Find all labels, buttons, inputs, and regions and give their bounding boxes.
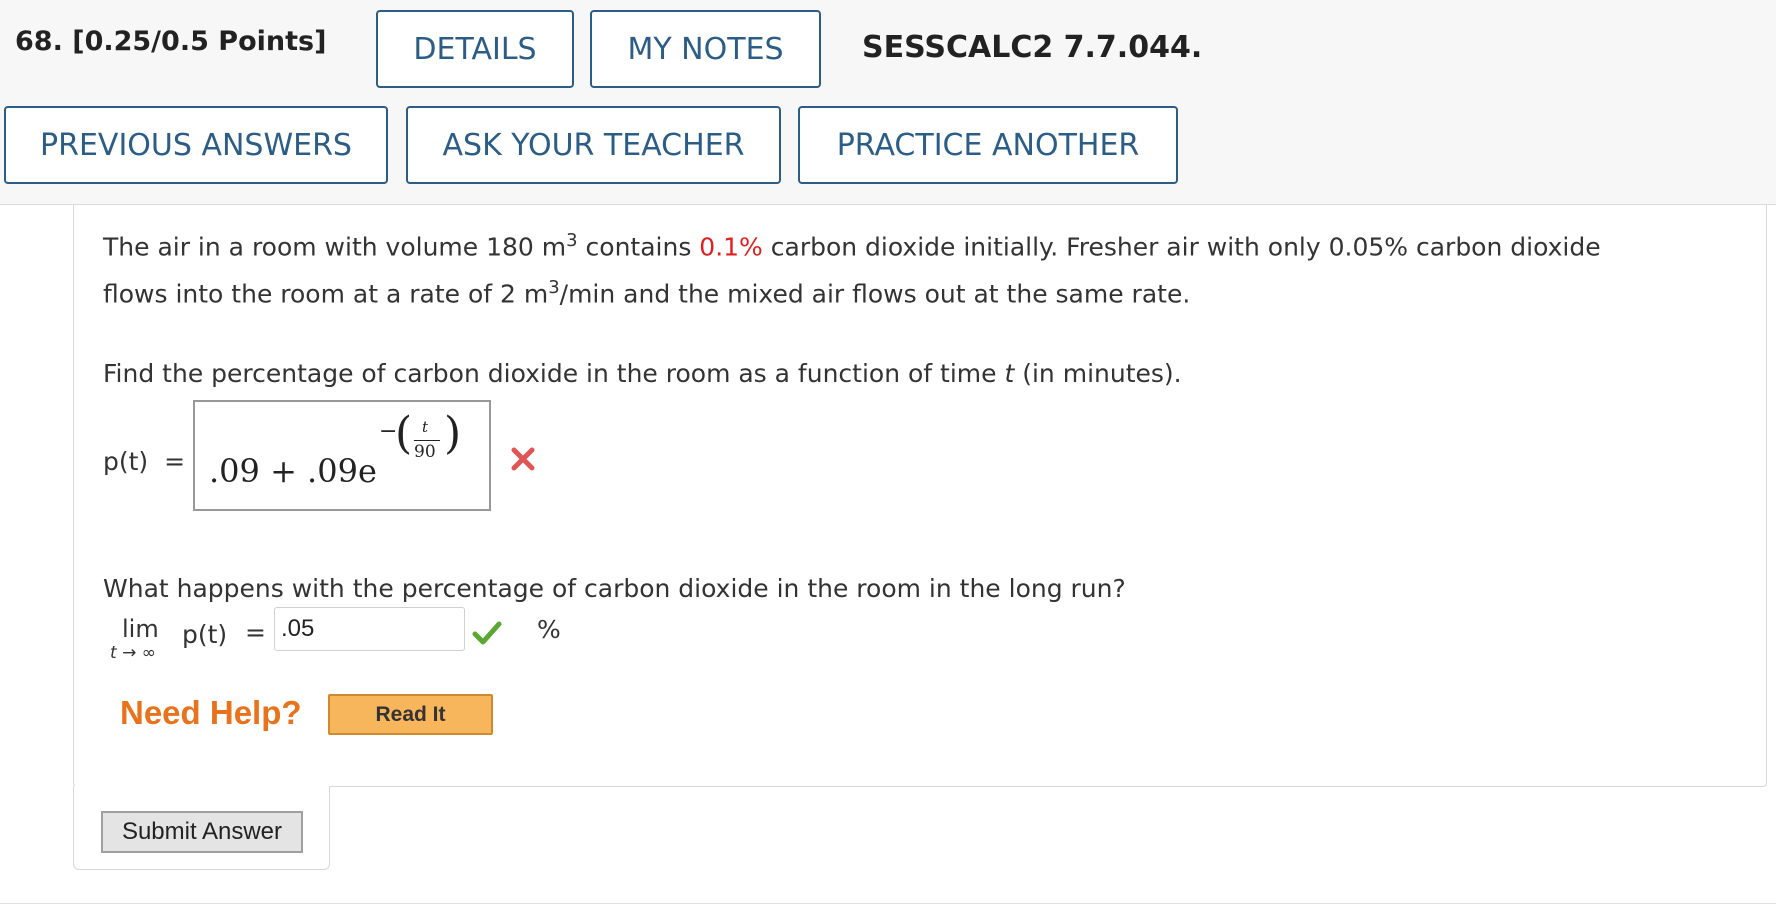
exponent-numerator: t <box>422 418 429 436</box>
problem-line-1: The air in a room with volume 180 m3 con… <box>103 230 1601 261</box>
lim-function: p(t) <box>182 620 228 649</box>
prompt-text: (in minutes). <box>1014 359 1182 388</box>
exponent-paren-right: ) <box>444 408 462 459</box>
previous-answers-button[interactable]: PREVIOUS ANSWERS <box>4 106 388 184</box>
details-button[interactable]: DETAILS <box>376 10 574 88</box>
initial-percentage: 0.1% <box>699 232 763 262</box>
prompt-text: Find the percentage of carbon dioxide in… <box>103 359 1005 388</box>
problem-line-2: flows into the room at a rate of 2 m3/mi… <box>103 277 1190 308</box>
percent-unit: % <box>537 615 561 644</box>
p-of-t-label: p(t) = <box>103 447 185 476</box>
part2-prompt: What happens with the percentage of carb… <box>103 574 1126 603</box>
ask-your-teacher-button[interactable]: ASK YOUR TEACHER <box>406 106 781 184</box>
problem-text: carbon dioxide initially. Fresher air wi… <box>762 232 1601 262</box>
superscript: 3 <box>566 230 578 251</box>
read-it-button[interactable]: Read It <box>328 694 493 735</box>
question-reference: SESSCALC2 7.7.044. <box>862 30 1203 65</box>
answer-expression: .09 + .09e <box>209 452 377 490</box>
my-notes-button[interactable]: MY NOTES <box>590 10 821 88</box>
lim-equals: = <box>245 618 266 647</box>
exponent-denominator: 90 <box>414 442 436 462</box>
incorrect-x-icon <box>510 446 536 472</box>
lim-operator: lim <box>122 615 159 643</box>
lim-subscript: t → ∞ <box>110 643 156 663</box>
p-of-t-answer-box[interactable]: .09 + .09e − ( t 90 ) <box>193 400 491 511</box>
problem-text: /min and the mixed air flows out at the … <box>559 279 1191 309</box>
part1-prompt: Find the percentage of carbon dioxide in… <box>103 359 1182 388</box>
function-label: p(t) <box>103 447 149 476</box>
equals-sign: = <box>164 447 186 476</box>
correct-check-icon <box>472 620 502 646</box>
need-help-label: Need Help? <box>120 694 302 731</box>
superscript: 3 <box>548 277 560 298</box>
limit-answer-input[interactable] <box>274 607 465 651</box>
variable-t: t <box>1004 359 1015 388</box>
question-title: 68. [0.25/0.5 Points] <box>15 26 327 57</box>
question-header: 68. [0.25/0.5 Points] DETAILS MY NOTES S… <box>0 0 1776 205</box>
exponent-paren-left: ( <box>395 408 413 459</box>
submit-answer-button[interactable]: Submit Answer <box>101 811 303 853</box>
problem-text: contains <box>577 232 700 262</box>
practice-another-button[interactable]: PRACTICE ANOTHER <box>798 106 1178 184</box>
fraction-bar <box>414 440 440 441</box>
problem-text: flows into the room at a rate of 2 m <box>103 279 549 309</box>
problem-text: The air in a room with volume 180 m <box>103 232 567 262</box>
